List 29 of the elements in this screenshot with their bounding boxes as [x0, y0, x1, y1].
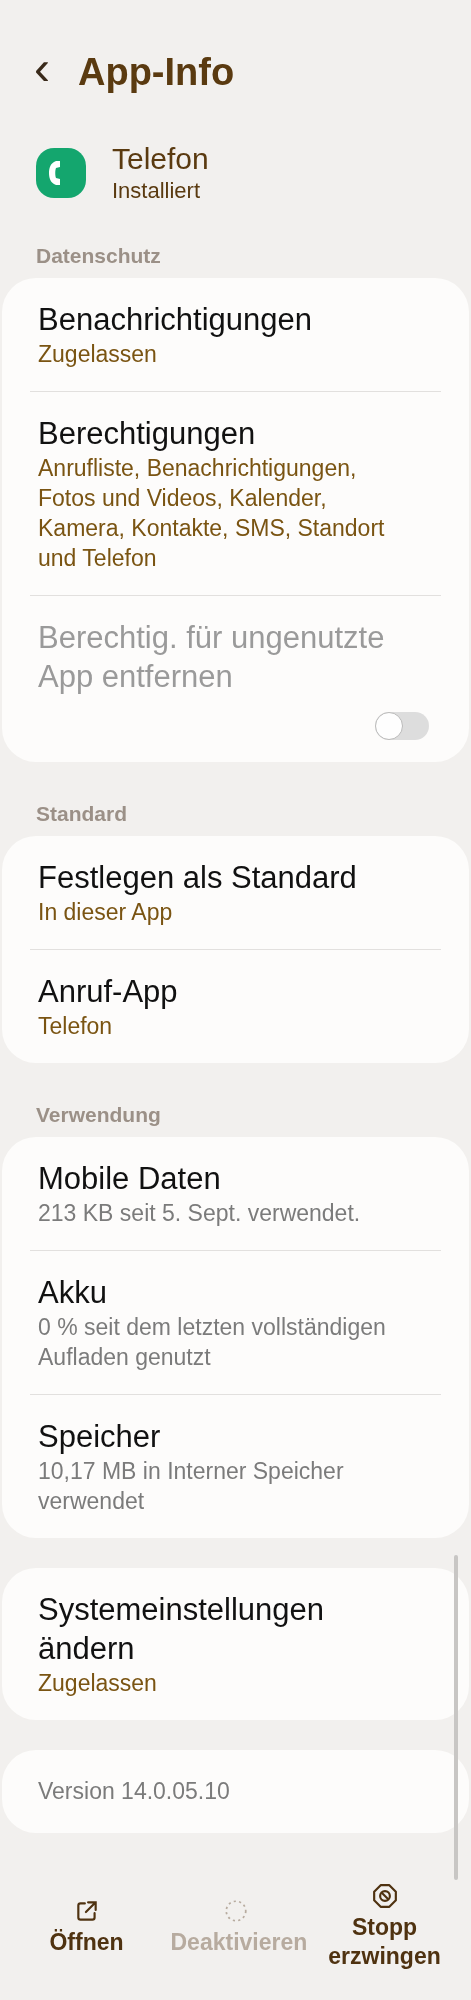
setting-title[interactable]: Systemeinstellungen ändern: [38, 1590, 413, 1668]
page-title: App-Info: [78, 50, 235, 94]
setting-title[interactable]: Mobile Daten: [38, 1159, 413, 1198]
app-status: Installiert: [112, 178, 202, 204]
setting-title[interactable]: Anruf-App: [38, 972, 413, 1011]
phone-app-icon: [36, 148, 86, 198]
version-text: Version 14.0.05.10: [38, 1778, 230, 1804]
setting-title[interactable]: Berechtigungen: [38, 414, 413, 453]
section-header: Verwendung: [35, 1102, 162, 1128]
setting-title[interactable]: Festlegen als Standard: [38, 858, 413, 897]
setting-value: In dieser App: [38, 898, 174, 927]
setting-summary: 10,17 MB in Interner Speicher verwendet: [38, 1457, 345, 1516]
setting-summary: 213 KB seit 5. Sept. verwendet.: [38, 1199, 362, 1228]
setting-value: Zugelassen: [38, 340, 158, 369]
dotted-circle-icon: [222, 1897, 249, 1924]
setting-summary: 0 % seit dem letzten vollständigen Aufladen genutzt: [38, 1313, 387, 1372]
setting-title[interactable]: Speicher: [38, 1417, 413, 1456]
back-button[interactable]: ‹: [34, 44, 50, 92]
setting-value: Anrufliste, Benachrichtigungen, Fotos und Videos, Kalender, Kamera, Kontakte, SMS, Standort und Telefon: [38, 454, 386, 573]
setting-value: Zugelassen: [38, 1669, 158, 1698]
action-button[interactable]: Stopp erzwingen: [310, 1879, 459, 1975]
action-button[interactable]: Öffnen: [12, 1893, 161, 1961]
app-name: Telefon: [112, 142, 209, 176]
section-header: Standard: [35, 801, 128, 827]
setting-value: Telefon: [38, 1012, 114, 1041]
setting-title[interactable]: Benachrichtigungen: [38, 300, 413, 339]
setting-title[interactable]: Akku: [38, 1273, 413, 1312]
section-header: Datenschutz: [35, 243, 162, 269]
stop-icon: [371, 1883, 398, 1909]
